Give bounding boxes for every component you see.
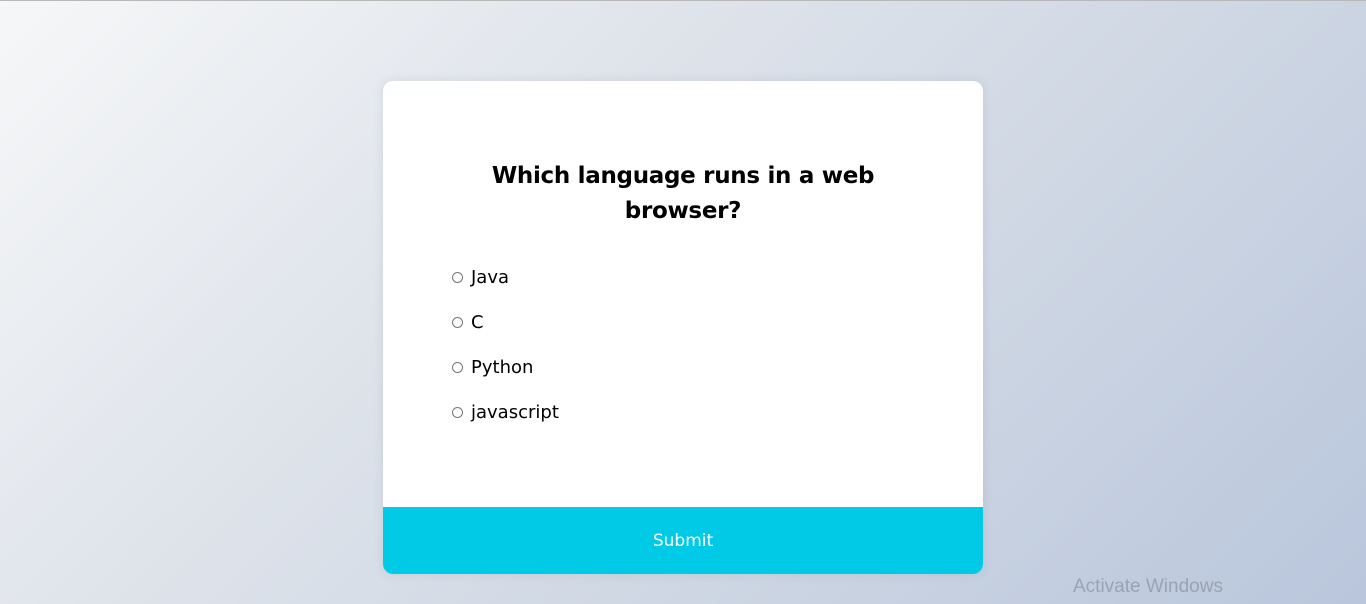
radio-button[interactable] [452, 317, 463, 328]
answer-option-javascript[interactable]: javascript [452, 396, 559, 429]
answer-list: Java C Python javascript [452, 261, 559, 441]
top-divider [0, 0, 1366, 1]
answer-label: C [471, 312, 484, 333]
answer-option-python[interactable]: Python [452, 351, 559, 384]
radio-button[interactable] [452, 407, 463, 418]
quiz-card: Which language runs in a web browser? Ja… [383, 81, 983, 574]
answer-label: Java [471, 267, 510, 288]
submit-button[interactable]: Submit [383, 507, 983, 574]
activate-windows-watermark: Activate Windows [1073, 576, 1223, 597]
radio-button[interactable] [452, 272, 463, 283]
radio-button[interactable] [452, 362, 463, 373]
question-text: Which language runs in a web browser? [491, 163, 875, 224]
answer-label: javascript [471, 402, 559, 423]
answer-option-java[interactable]: Java [452, 261, 559, 294]
answer-label: Python [471, 357, 534, 378]
answer-option-c[interactable]: C [452, 306, 559, 339]
